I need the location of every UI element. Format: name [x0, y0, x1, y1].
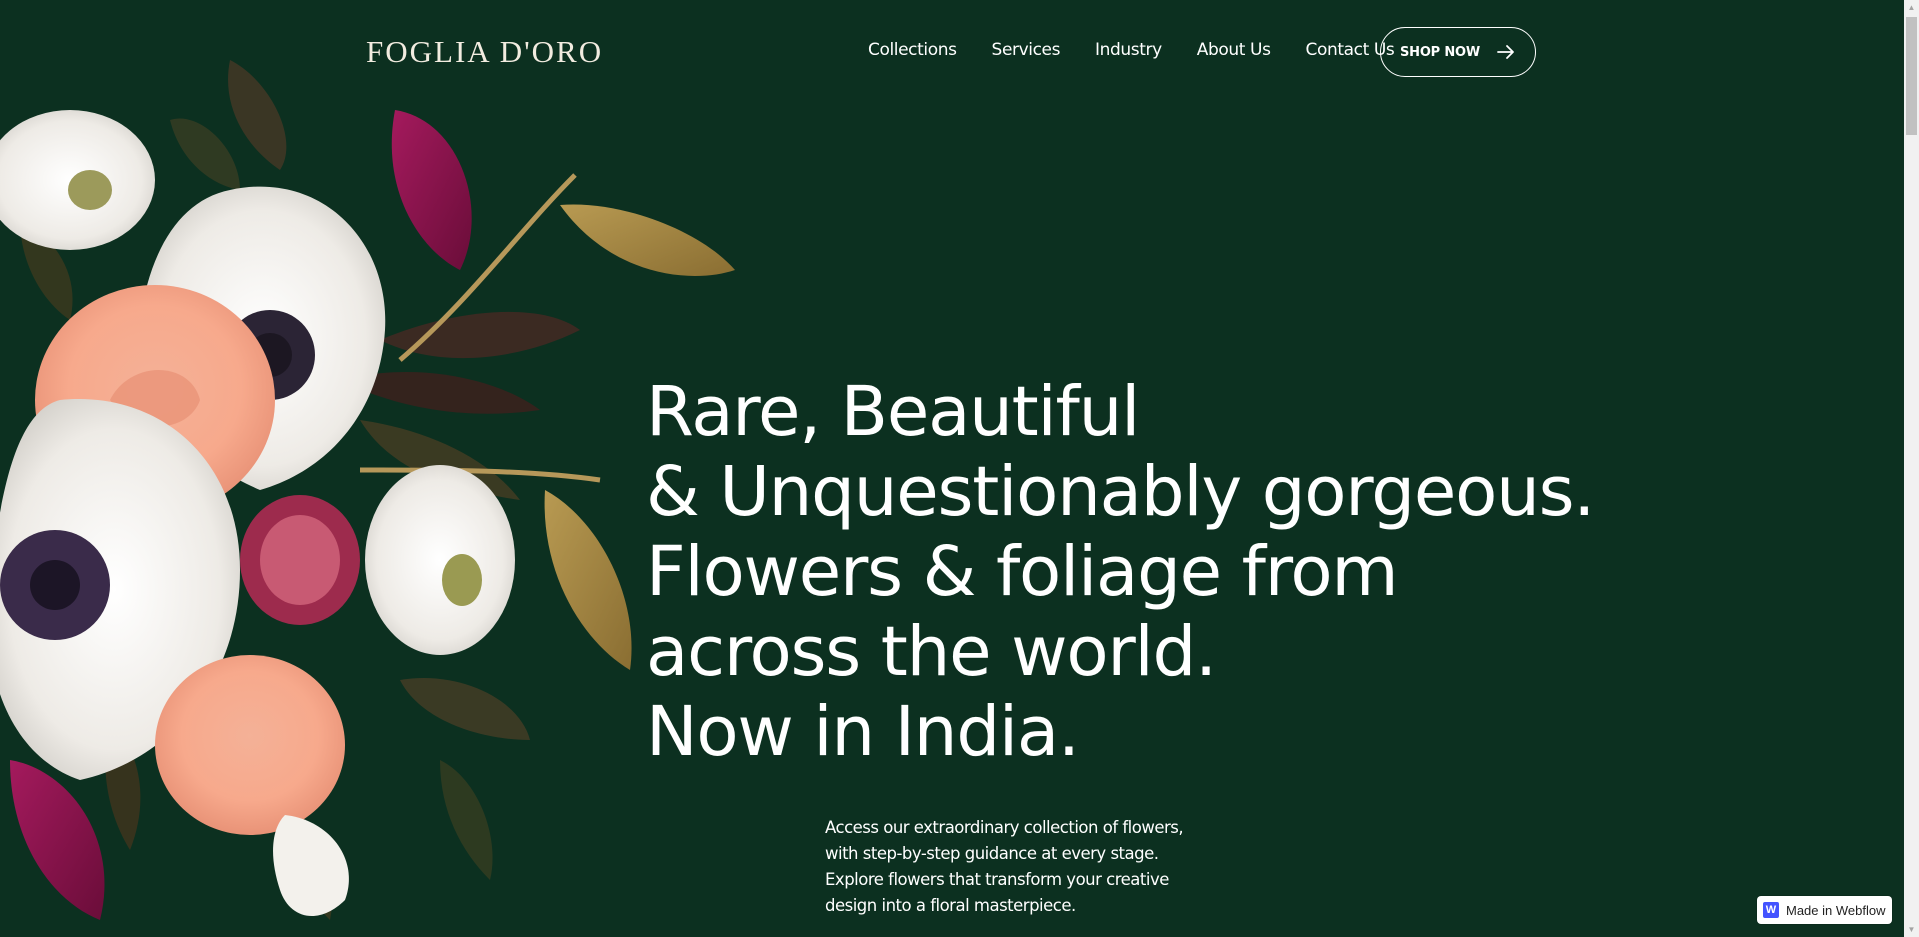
page-viewport: FOGLIA D'ORO Collections Services Indust… — [0, 0, 1904, 937]
hero-line: Rare, Beautiful — [646, 372, 1140, 452]
nav-item-services[interactable]: Services — [992, 40, 1061, 60]
shop-now-button[interactable]: SHOP NOW — [1380, 27, 1536, 77]
scroll-up-arrow-icon[interactable]: ▲ — [1904, 0, 1919, 15]
made-in-webflow-badge[interactable]: W Made in Webflow — [1757, 896, 1892, 924]
brand-logo[interactable]: FOGLIA D'ORO — [366, 34, 603, 70]
description-line: with step-by-step guidance at every stag… — [825, 844, 1159, 863]
shop-now-label: SHOP NOW — [1399, 44, 1481, 60]
hero-description: Access our extraordinary collection of f… — [825, 815, 1185, 919]
description-line: Access our extraordinary collection of f… — [825, 818, 1184, 837]
vertical-scrollbar[interactable]: ▲ ▼ — [1904, 0, 1919, 937]
scroll-down-arrow-icon[interactable]: ▼ — [1904, 922, 1919, 937]
nav-item-about-us[interactable]: About Us — [1197, 40, 1271, 60]
hero-line: & Unquestionably gorgeous. — [646, 452, 1595, 532]
main-nav: Collections Services Industry About Us C… — [868, 40, 1429, 60]
hero-line: across the world. — [646, 612, 1217, 692]
scroll-thumb[interactable] — [1906, 17, 1917, 135]
description-line: Explore flowers that transform your crea… — [825, 870, 1169, 889]
nav-item-collections[interactable]: Collections — [868, 40, 957, 60]
arrow-right-icon — [1497, 45, 1514, 59]
description-line: design into a floral masterpiece. — [825, 896, 1076, 915]
hero-line: Flowers & foliage from — [646, 532, 1399, 612]
hero-line: Now in India. — [646, 692, 1080, 772]
hero-headline: Rare, Beautiful & Unquestionably gorgeou… — [646, 372, 1646, 772]
nav-item-industry[interactable]: Industry — [1095, 40, 1162, 60]
badge-label: Made in Webflow — [1786, 902, 1886, 918]
webflow-icon: W — [1763, 902, 1779, 918]
